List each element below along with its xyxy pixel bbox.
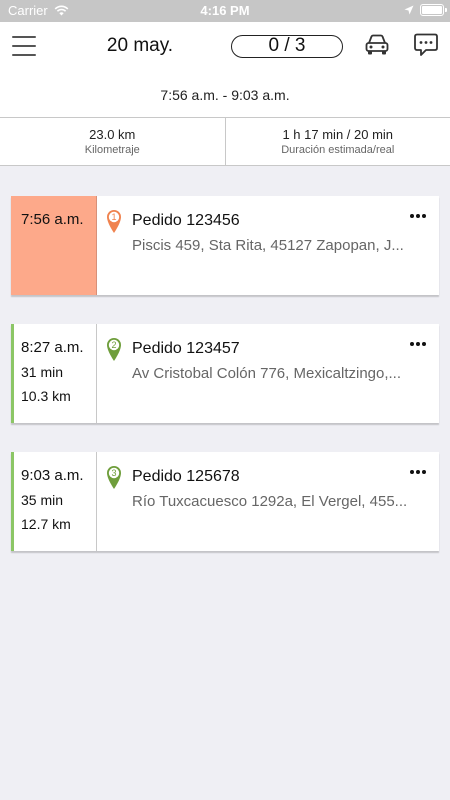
order-address: Av Cristobal Colón 776, Mexicaltzingo,..… [132,365,402,382]
stop-travel-duration: 35 min [21,492,64,508]
location-arrow-icon [404,5,414,15]
stop-travel-distance: 10.3 km [21,388,71,404]
status-bar: Carrier 4:16 PM [0,0,450,22]
stop-number: 1 [111,212,116,222]
duration-value: 1 h 17 min / 20 min [282,127,394,142]
order-title: Pedido 123456 [132,212,240,229]
stop-number: 2 [111,340,116,350]
distance-summary: 23.0 km Kilometraje [0,118,225,165]
stop-card-2[interactable]: 8:27 a.m. 31 min 10.3 km 2 Pedido 123457… [11,324,439,423]
order-address: Río Tuxcacuesco 1292a, El Vergel, 455... [132,493,408,510]
status-time: 4:16 PM [200,3,250,18]
map-pin-icon: 2 [107,338,121,361]
more-options-icon[interactable] [410,342,426,346]
map-pin-icon: 1 [107,210,121,233]
chat-icon[interactable] [413,32,439,58]
battery-icon [420,4,447,16]
battery-fill [422,6,442,14]
route-summary: 23.0 km Kilometraje 1 h 17 min / 20 min … [0,117,450,166]
order-address: Piscis 459, Sta Rita, 45127 Zapopan, J..… [132,237,404,254]
more-options-icon[interactable] [410,470,426,474]
more-options-icon[interactable] [410,214,426,218]
stop-time: 9:03 a.m. [21,467,84,484]
stops-progress-badge: 0 / 3 [231,35,343,58]
date-title[interactable]: 20 may. [95,35,185,57]
map-pin-icon: 3 [107,466,121,489]
stop-details: 3 Pedido 125678 Río Tuxcacuesco 1292a, E… [97,452,439,551]
stop-card-3[interactable]: 9:03 a.m. 35 min 12.7 km 3 Pedido 125678… [11,452,439,551]
stop-time: 7:56 a.m. [21,211,84,228]
stop-travel-duration: 31 min [21,364,64,380]
stop-time: 8:27 a.m. [21,339,84,356]
order-title: Pedido 123457 [132,340,240,357]
distance-value: 23.0 km [89,127,136,142]
stop-time-panel: 7:56 a.m. [11,196,97,295]
stop-details: 2 Pedido 123457 Av Cristobal Colón 776, … [97,324,439,423]
stop-number: 3 [111,468,116,478]
route-time-range: 7:56 a.m. - 9:03 a.m. [0,72,450,118]
hamburger-menu-icon[interactable] [12,36,36,56]
status-right [404,4,447,16]
nav-header: 20 may. 0 / 3 [0,22,450,72]
stop-time-panel: 8:27 a.m. 31 min 10.3 km [11,324,97,423]
car-icon[interactable] [364,33,390,57]
stop-details: 1 Pedido 123456 Piscis 459, Sta Rita, 45… [97,196,439,295]
stop-card-1[interactable]: 7:56 a.m. 1 Pedido 123456 Piscis 459, St… [11,196,439,295]
distance-label: Kilometraje [84,144,140,156]
order-title: Pedido 125678 [132,468,240,485]
stop-time-panel: 9:03 a.m. 35 min 12.7 km [11,452,97,551]
duration-summary: 1 h 17 min / 20 min Duración estimada/re… [224,118,450,165]
duration-label: Duración estimada/real [281,144,395,156]
stop-travel-distance: 12.7 km [21,516,71,532]
